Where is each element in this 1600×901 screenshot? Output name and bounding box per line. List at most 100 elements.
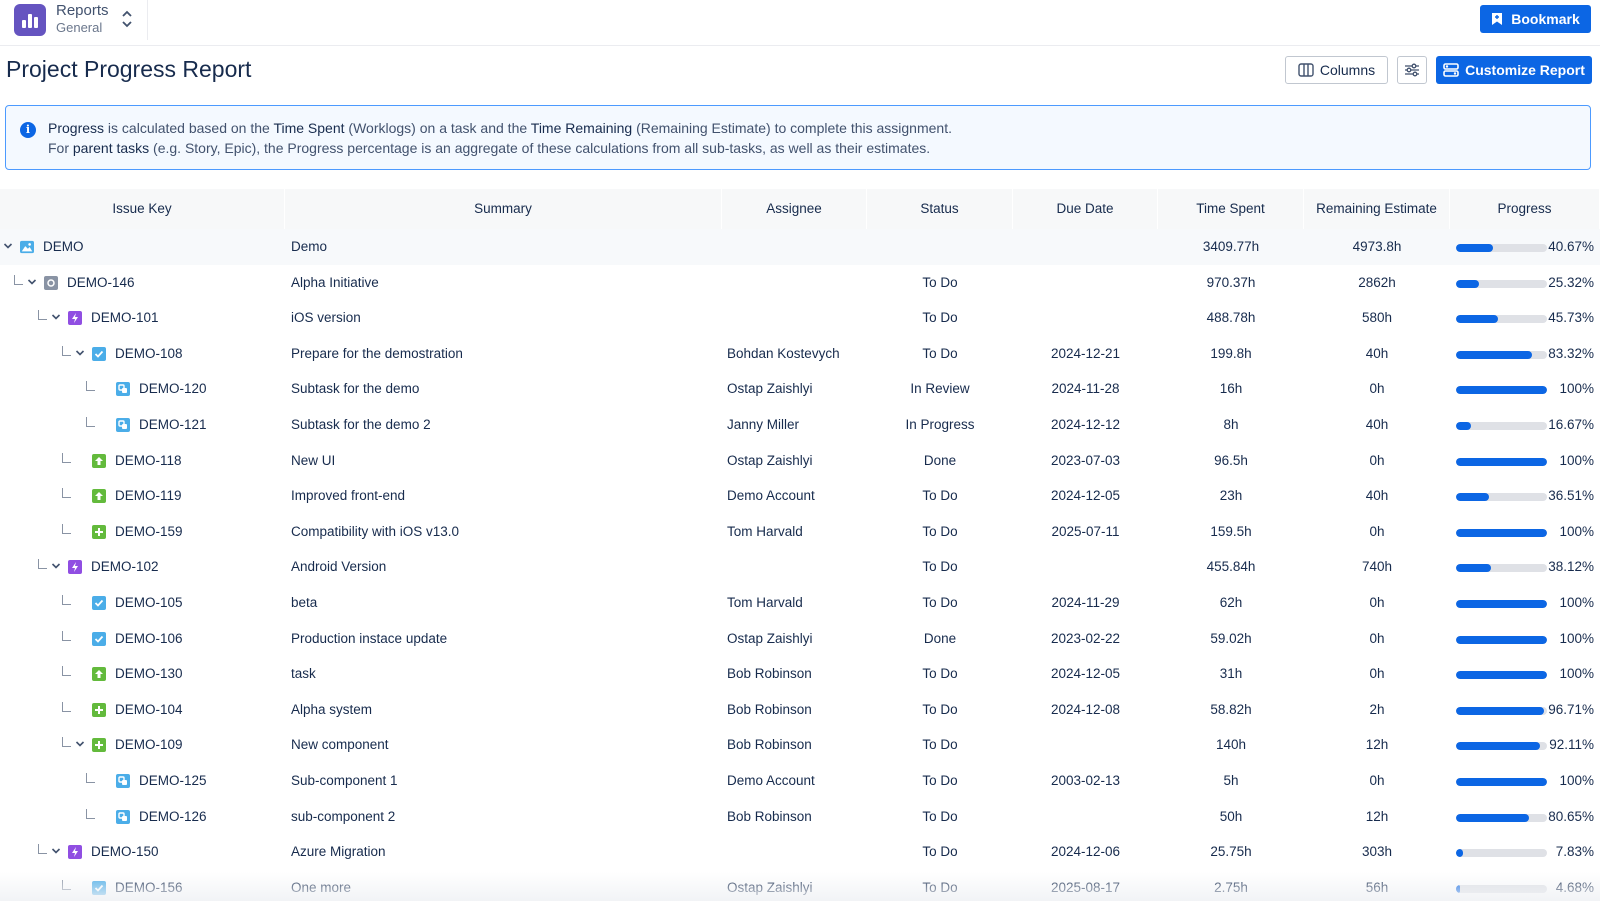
header-progress[interactable]: Progress — [1450, 189, 1600, 229]
cell-assignee: Ostap Zaishlyi — [727, 630, 813, 646]
progress-percent: 100% — [1559, 381, 1594, 397]
table-row[interactable]: DEMO-121 Subtask for the demo 2 Janny Mill… — [0, 407, 1600, 443]
table-row[interactable]: DEMO Demo 3409.77h 4973.8h 40.67% — [0, 229, 1600, 265]
info-banner: i Progress is calculated based on the Ti… — [5, 105, 1591, 170]
cell-summary: Improved front-end — [291, 488, 406, 504]
cell-remaining-estimate: 40h — [1365, 345, 1389, 361]
cell-progress: 38.12% — [1450, 549, 1600, 585]
table-row[interactable]: DEMO-150 Azure Migration To Do 2024-12-06 25… — [0, 834, 1600, 870]
app-switcher[interactable]: Reports General — [0, 0, 148, 40]
progress-bar-fill — [1456, 422, 1472, 430]
issue-key[interactable]: DEMO-105 — [115, 585, 183, 621]
subtask-icon — [116, 382, 130, 397]
issue-key[interactable]: DEMO-108 — [115, 336, 183, 372]
cell-remaining-estimate: 0h — [1369, 523, 1385, 539]
progress-bar-fill — [1456, 671, 1547, 680]
issue-key[interactable]: DEMO-104 — [115, 692, 183, 728]
bookmark-label: Bookmark — [1511, 11, 1580, 27]
chevron-down-icon[interactable] — [51, 846, 61, 856]
issue-key[interactable]: DEMO-126 — [139, 799, 207, 835]
customize-report-button[interactable]: Customize Report — [1436, 56, 1592, 84]
cell-due-date: 2025-08-17 — [1050, 879, 1121, 895]
chevron-down-icon[interactable] — [27, 277, 37, 287]
cell-status: In Progress — [905, 417, 975, 432]
table-row[interactable]: DEMO-146 Alpha Initiative To Do 970.37h 2862… — [0, 265, 1600, 301]
table-row[interactable]: DEMO-156 One more Ostap Zaishlyi To Do 2025-… — [0, 870, 1600, 901]
issue-key[interactable]: DEMO-121 — [139, 407, 207, 443]
header-summary[interactable]: Summary — [285, 189, 722, 229]
issue-key[interactable]: DEMO-150 — [91, 834, 159, 870]
table-row[interactable]: DEMO-125 Sub-component 1 Demo Account To Do… — [0, 763, 1600, 799]
progress-bar — [1456, 600, 1547, 608]
cell-status: Done — [923, 452, 957, 468]
chevron-down-icon[interactable] — [51, 312, 61, 322]
cell-assignee — [727, 834, 867, 870]
progress-bar-fill — [1456, 244, 1493, 252]
subtask-icon — [116, 418, 130, 432]
issue-key[interactable]: DEMO — [43, 229, 84, 265]
cell-status: To Do — [922, 879, 958, 895]
tree-connector — [86, 381, 95, 392]
issue-key[interactable]: DEMO-106 — [115, 621, 183, 657]
issue-key[interactable]: DEMO-159 — [115, 514, 183, 550]
tree-connector — [38, 844, 47, 855]
cell-progress: 92.11% — [1450, 727, 1600, 763]
table-row[interactable]: DEMO-108 Prepare for the demostration Bohd… — [0, 336, 1600, 372]
chevron-down-icon[interactable] — [75, 739, 85, 749]
cell-summary: New component — [291, 737, 389, 753]
issue-key[interactable]: DEMO-102 — [91, 549, 159, 585]
chevron-down-icon[interactable] — [3, 241, 13, 251]
header-due-date[interactable]: Due Date — [1013, 189, 1158, 229]
progress-percent: 100% — [1559, 523, 1594, 539]
cell-assignee — [727, 229, 867, 265]
issue-key[interactable]: DEMO-156 — [115, 870, 183, 901]
cell-progress: 96.71% — [1450, 692, 1600, 728]
cell-due-date — [1013, 300, 1158, 336]
cell-due-date: 2024-12-05 — [1050, 488, 1121, 504]
filter-settings-button[interactable] — [1397, 56, 1427, 84]
header-time-spent[interactable]: Time Spent — [1158, 189, 1304, 229]
table-row[interactable]: DEMO-109 New component Bob Robinson To Do 14… — [0, 727, 1600, 763]
table-row[interactable]: DEMO-105 beta Tom Harvald To Do 2024-11-29 62… — [0, 585, 1600, 621]
table-row[interactable]: DEMO-126 sub-component 2 Bob Robinson To Do… — [0, 799, 1600, 835]
progress-bar — [1456, 386, 1547, 395]
header-status[interactable]: Status — [867, 189, 1013, 229]
issue-key[interactable]: DEMO-120 — [139, 371, 207, 407]
progress-bar — [1456, 635, 1547, 644]
table-row[interactable]: DEMO-106 Production instace update Ostap Z… — [0, 621, 1600, 657]
header-remaining-estimate[interactable]: Remaining Estimate — [1304, 189, 1450, 229]
issue-key[interactable]: DEMO-125 — [139, 763, 207, 799]
bookmark-button[interactable]: Bookmark — [1480, 5, 1591, 33]
issue-key[interactable]: DEMO-119 — [115, 478, 182, 514]
table-row[interactable]: DEMO-104 Alpha system Bob Robinson To Do 202… — [0, 692, 1600, 728]
improvement-icon — [92, 489, 106, 504]
columns-button[interactable]: Columns — [1285, 56, 1388, 84]
table-row[interactable]: DEMO-118 New UI Ostap Zaishlyi Done 2023-07-… — [0, 443, 1600, 479]
issue-key[interactable]: DEMO-109 — [115, 727, 183, 763]
cell-summary: Alpha Initiative — [291, 274, 379, 290]
table-row[interactable]: DEMO-120 Subtask for the demo Ostap Zaishl… — [0, 371, 1600, 407]
table-row[interactable]: DEMO-119 Improved front-end Demo Account To… — [0, 478, 1600, 514]
issue-key[interactable]: DEMO-118 — [115, 443, 182, 479]
cell-issue-key: DEMO-126 — [0, 799, 285, 835]
tree-connector — [62, 345, 71, 356]
table-row[interactable]: DEMO-159 Compatibility with iOS v13.0 Tom … — [0, 514, 1600, 550]
customize-icon — [1443, 63, 1459, 77]
cell-due-date — [1013, 727, 1158, 763]
cell-issue-key: DEMO-130 — [0, 656, 285, 692]
issue-key[interactable]: DEMO-146 — [67, 265, 135, 301]
cell-status: To Do — [922, 808, 958, 824]
header-assignee[interactable]: Assignee — [722, 189, 867, 229]
issue-key[interactable]: DEMO-130 — [115, 656, 183, 692]
cell-due-date: 2003-02-13 — [1050, 773, 1121, 788]
cell-remaining-estimate: 12h — [1365, 737, 1389, 753]
table-row[interactable]: DEMO-102 Android Version To Do 455.84h 740h 3… — [0, 549, 1600, 585]
table-row[interactable]: DEMO-130 task Bob Robinson To Do 2024-12-05 3… — [0, 656, 1600, 692]
table-row[interactable]: DEMO-101 iOS version To Do 488.78h 580h 45.73… — [0, 300, 1600, 336]
progress-bar-fill — [1456, 778, 1547, 786]
header-issue-key[interactable]: Issue Key — [0, 189, 285, 229]
chevron-down-icon[interactable] — [51, 561, 61, 571]
issue-key[interactable]: DEMO-101 — [91, 300, 159, 336]
chevron-down-icon[interactable] — [75, 348, 85, 358]
cell-progress: 45.73% — [1450, 300, 1600, 336]
